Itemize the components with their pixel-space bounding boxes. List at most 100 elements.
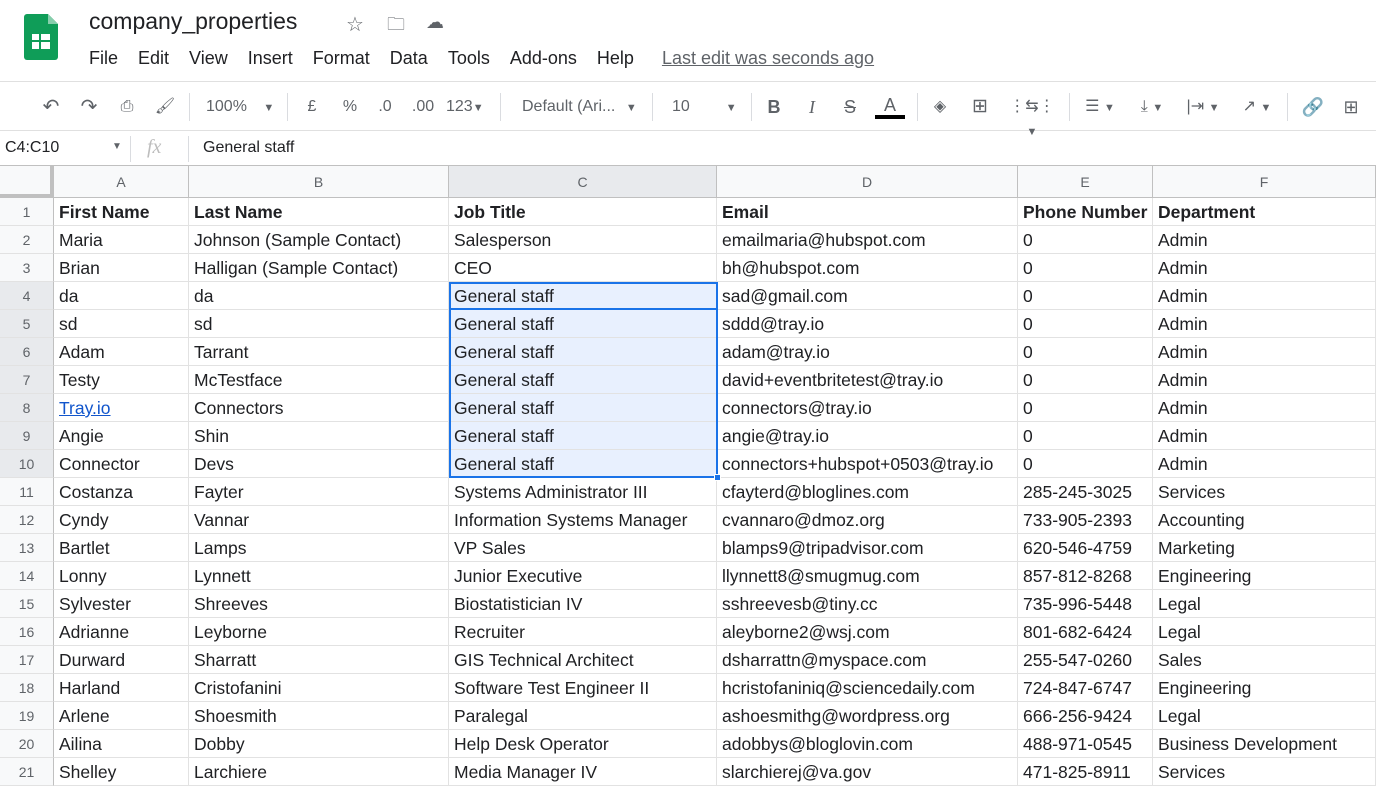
column-header-a[interactable]: A	[54, 166, 189, 198]
row-header-15[interactable]: 15	[0, 590, 54, 618]
table-cell[interactable]: Costanza	[54, 478, 189, 506]
table-cell[interactable]: cvannaro@dmoz.org	[717, 506, 1018, 534]
table-cell[interactable]: General staff	[449, 310, 717, 338]
table-cell[interactable]: Admin	[1153, 310, 1376, 338]
column-title-cell[interactable]: Department	[1153, 198, 1376, 226]
menu-format[interactable]: Format	[313, 48, 370, 69]
table-cell[interactable]: 666-256-9424	[1018, 702, 1153, 730]
table-cell[interactable]: Ailina	[54, 730, 189, 758]
table-cell[interactable]: connectors+hubspot+0503@tray.io	[717, 450, 1018, 478]
table-cell[interactable]: ashoesmithg@wordpress.org	[717, 702, 1018, 730]
bold-button[interactable]: B	[762, 95, 786, 119]
table-cell[interactable]: cfayterd@bloglines.com	[717, 478, 1018, 506]
table-cell[interactable]: 857-812-8268	[1018, 562, 1153, 590]
row-header-1[interactable]: 1	[0, 198, 54, 226]
row-header-10[interactable]: 10	[0, 450, 54, 478]
table-cell[interactable]: Tray.io	[54, 394, 189, 422]
paint-format-icon[interactable]: 🖌	[152, 95, 178, 119]
merge-cells-icon[interactable]: ⋮⇆⋮ ▼	[1008, 95, 1056, 119]
text-rotation-icon[interactable]: ↗ ▼	[1236, 95, 1278, 119]
table-cell[interactable]: Bartlet	[54, 534, 189, 562]
menu-edit[interactable]: Edit	[138, 48, 169, 69]
table-cell[interactable]: Testy	[54, 366, 189, 394]
row-header-16[interactable]: 16	[0, 618, 54, 646]
column-title-cell[interactable]: Last Name	[189, 198, 449, 226]
menu-help[interactable]: Help	[597, 48, 634, 69]
fill-handle[interactable]	[714, 474, 721, 481]
table-cell[interactable]: 255-547-0260	[1018, 646, 1153, 674]
table-cell[interactable]: sddd@tray.io	[717, 310, 1018, 338]
column-title-cell[interactable]: Job Title	[449, 198, 717, 226]
table-cell[interactable]: Sharratt	[189, 646, 449, 674]
table-cell[interactable]: Sylvester	[54, 590, 189, 618]
menu-data[interactable]: Data	[390, 48, 428, 69]
column-title-cell[interactable]: First Name	[54, 198, 189, 226]
table-cell[interactable]: Software Test Engineer II	[449, 674, 717, 702]
table-cell[interactable]: Engineering	[1153, 562, 1376, 590]
borders-icon[interactable]: ⊞	[968, 95, 992, 119]
percent-format-button[interactable]: %	[338, 95, 362, 119]
horizontal-align-icon[interactable]: ☰ ▼	[1080, 95, 1120, 119]
table-cell[interactable]: Tarrant	[189, 338, 449, 366]
insert-link-icon[interactable]: 🔗	[1300, 95, 1326, 119]
table-cell[interactable]: 471-825-8911	[1018, 758, 1153, 786]
table-cell[interactable]: 0	[1018, 394, 1153, 422]
table-cell[interactable]: Information Systems Manager	[449, 506, 717, 534]
table-cell[interactable]: 0	[1018, 450, 1153, 478]
table-cell[interactable]: sd	[189, 310, 449, 338]
table-cell[interactable]: General staff	[449, 394, 717, 422]
text-wrap-icon[interactable]: |⇥ ▼	[1183, 95, 1223, 119]
table-cell[interactable]: Recruiter	[449, 618, 717, 646]
row-header-20[interactable]: 20	[0, 730, 54, 758]
row-header-13[interactable]: 13	[0, 534, 54, 562]
redo-icon[interactable]: ↷	[76, 95, 102, 119]
table-cell[interactable]: Admin	[1153, 282, 1376, 310]
menu-file[interactable]: File	[89, 48, 118, 69]
table-cell[interactable]: General staff	[449, 450, 717, 478]
move-folder-icon[interactable]: 🗀	[387, 12, 405, 42]
table-cell[interactable]: Halligan (Sample Contact)	[189, 254, 449, 282]
fill-color-icon[interactable]: ◈	[928, 95, 952, 119]
column-title-cell[interactable]: Phone Number	[1018, 198, 1153, 226]
table-cell[interactable]: General staff	[449, 338, 717, 366]
row-header-12[interactable]: 12	[0, 506, 54, 534]
name-box-dropdown-icon[interactable]: ▼	[112, 141, 122, 152]
table-cell[interactable]: Angie	[54, 422, 189, 450]
row-header-14[interactable]: 14	[0, 562, 54, 590]
row-header-18[interactable]: 18	[0, 674, 54, 702]
table-cell[interactable]: Legal	[1153, 618, 1376, 646]
table-cell[interactable]: Services	[1153, 478, 1376, 506]
last-edit-link[interactable]: Last edit was seconds ago	[662, 48, 874, 69]
vertical-align-icon[interactable]: ⤓ ▼	[1132, 95, 1172, 119]
table-cell[interactable]: adam@tray.io	[717, 338, 1018, 366]
table-cell[interactable]: GIS Technical Architect	[449, 646, 717, 674]
table-cell[interactable]: Engineering	[1153, 674, 1376, 702]
table-cell[interactable]: Legal	[1153, 590, 1376, 618]
table-cell[interactable]: Adrianne	[54, 618, 189, 646]
decrease-decimal-button[interactable]: .0	[372, 95, 398, 119]
table-cell[interactable]: 0	[1018, 226, 1153, 254]
menu-insert[interactable]: Insert	[248, 48, 293, 69]
column-title-cell[interactable]: Email	[717, 198, 1018, 226]
italic-button[interactable]: I	[800, 95, 824, 119]
table-cell[interactable]: Admin	[1153, 394, 1376, 422]
table-cell[interactable]: Lonny	[54, 562, 189, 590]
column-header-c[interactable]: C	[449, 166, 717, 198]
table-cell[interactable]: General staff	[449, 366, 717, 394]
table-cell[interactable]: General staff	[449, 282, 717, 310]
star-icon[interactable]: ☆	[346, 12, 364, 37]
row-header-9[interactable]: 9	[0, 422, 54, 450]
table-cell[interactable]: Cyndy	[54, 506, 189, 534]
more-formats-button[interactable]: 123▼	[446, 95, 490, 119]
table-cell[interactable]: david+eventbritetest@tray.io	[717, 366, 1018, 394]
row-header-17[interactable]: 17	[0, 646, 54, 674]
formula-input[interactable]: General staff	[203, 139, 294, 157]
table-cell[interactable]: Shreeves	[189, 590, 449, 618]
table-cell[interactable]: Legal	[1153, 702, 1376, 730]
table-cell[interactable]: Durward	[54, 646, 189, 674]
table-cell[interactable]: sshreevesb@tiny.cc	[717, 590, 1018, 618]
row-header-21[interactable]: 21	[0, 758, 54, 786]
undo-icon[interactable]: ↶	[38, 95, 64, 119]
table-cell[interactable]: 285-245-3025	[1018, 478, 1153, 506]
menu-view[interactable]: View	[189, 48, 228, 69]
